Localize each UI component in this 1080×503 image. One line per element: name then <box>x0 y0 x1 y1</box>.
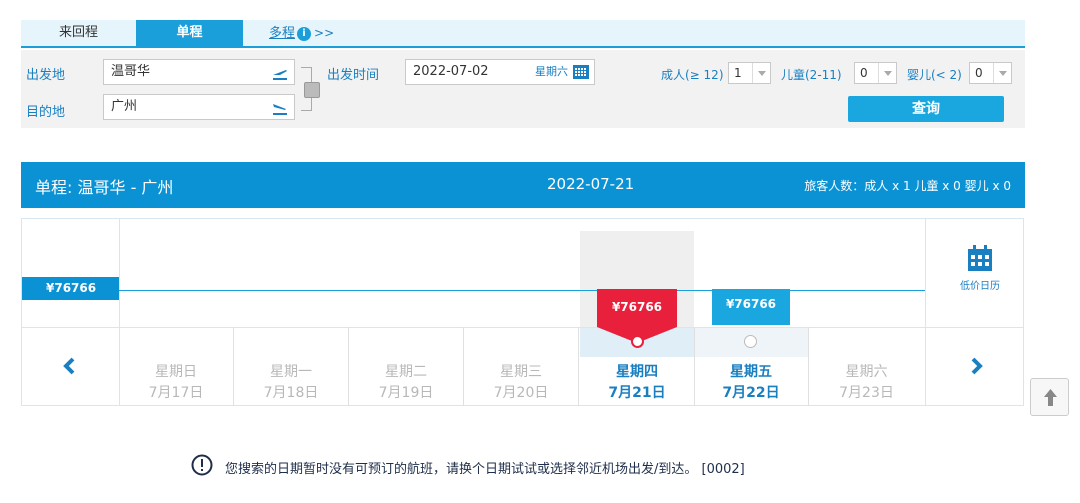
date-value: 2022-07-02 <box>413 64 489 79</box>
origin-value: 温哥华 <box>111 64 151 79</box>
day-item[interactable]: 星期一 7月18日 <box>234 327 349 406</box>
origin-input[interactable]: 温哥华 <box>103 59 295 85</box>
day-item[interactable]: 星期三 7月20日 <box>464 327 579 406</box>
tab-roundtrip[interactable]: 来回程 <box>21 20 136 46</box>
divider <box>925 219 926 406</box>
day-date: 7月20日 <box>493 385 549 401</box>
day-item[interactable]: 星期五 7月22日 <box>694 327 809 406</box>
day-list: 星期日 7月17日 星期一 7月18日 星期二 7月19日 星期三 7月20日 星期四 7… <box>119 327 925 406</box>
search-button[interactable]: 查询 <box>848 96 1004 122</box>
no-flights-message: 您搜索的日期暂时没有可预订的航班，请换个日期试试或选择邻近机场出发/到达。 [0… <box>225 462 745 477</box>
date-input[interactable]: 2022-07-02 星期六 <box>405 59 595 85</box>
swap-cities-button[interactable] <box>301 67 325 111</box>
day-item[interactable]: 星期日 7月17日 <box>119 327 234 406</box>
adult-label: 成人(≥ 12) <box>661 68 724 82</box>
chevron-down-icon <box>752 63 770 83</box>
dest-value: 广州 <box>111 99 138 114</box>
result-header: 单程: 温哥华 - 广州 2022-07-21 旅客人数：成人 x 1 儿童 x… <box>21 162 1025 208</box>
swap-icon <box>304 82 320 98</box>
adult-select[interactable]: 1 <box>728 62 771 84</box>
low-price-line <box>119 290 925 291</box>
trip-type-tabs: 来回程 单程 多程 i >> <box>21 20 1025 48</box>
day-item[interactable]: 星期二 7月19日 <box>349 327 464 406</box>
day-date: 7月21日 <box>608 385 666 401</box>
day-date: 7月19日 <box>378 385 434 401</box>
day-item-selected[interactable]: 星期四 7月21日 <box>580 327 695 406</box>
dest-label: 目的地 <box>26 105 66 120</box>
calendar-label: 低价日历 <box>960 281 1000 292</box>
warning-icon <box>191 454 213 476</box>
low-price-tag: ¥76766 <box>22 277 119 300</box>
day-weekday: 星期三 <box>500 364 542 380</box>
landing-icon <box>273 104 287 115</box>
tab-multi-label[interactable]: 多程 <box>269 26 295 41</box>
result-date: 2022-07-21 <box>547 175 635 193</box>
chevron-left-icon[interactable] <box>60 356 80 376</box>
day-weekday: 星期一 <box>270 364 312 380</box>
day-weekday: 星期六 <box>845 364 888 380</box>
day-weekday: 星期四 <box>616 364 658 380</box>
scroll-top-button[interactable] <box>1030 378 1069 416</box>
next-day-price-text: ¥76766 <box>725 297 777 311</box>
tab-multi-arrows[interactable]: >> <box>314 26 334 40</box>
date-weekday: 星期六 <box>535 65 568 78</box>
takeoff-icon <box>273 70 287 80</box>
chevron-right-icon[interactable] <box>966 356 986 376</box>
low-price-calendar-button[interactable]: 低价日历 <box>940 245 1020 292</box>
tab-multi[interactable]: 多程 i >> <box>269 20 369 46</box>
day-date: 7月22日 <box>722 385 780 401</box>
chevron-down-icon <box>878 63 896 83</box>
next-day-price-flag[interactable]: ¥76766 <box>712 289 790 325</box>
day-date: 7月18日 <box>263 385 319 401</box>
day-date: 7月17日 <box>148 385 204 401</box>
calendar-icon[interactable] <box>573 65 589 79</box>
child-value: 0 <box>860 66 868 80</box>
infant-label: 婴儿(< 2) <box>907 68 962 82</box>
info-icon[interactable]: i <box>297 27 312 41</box>
day-weekday: 星期二 <box>385 364 427 380</box>
tab-oneway[interactable]: 单程 <box>136 20 243 46</box>
day-date: 7月23日 <box>839 385 894 401</box>
infant-value: 0 <box>975 66 983 80</box>
arrow-up-icon <box>1044 389 1057 406</box>
child-select[interactable]: 0 <box>854 62 897 84</box>
passenger-summary: 旅客人数：成人 x 1 儿童 x 0 婴儿 x 0 <box>804 179 1011 193</box>
calendar-icon <box>968 245 992 271</box>
adult-value: 1 <box>734 66 742 80</box>
origin-label: 出发地 <box>26 68 66 83</box>
dest-input[interactable]: 广州 <box>103 94 295 120</box>
date-label: 出发时间 <box>327 68 380 83</box>
day-weekday: 星期日 <box>155 364 197 380</box>
child-label: 儿童(2-11) <box>781 68 842 82</box>
price-calendar-strip: ¥76766 ¥76766 ¥76766 星期日 7月17日 星期一 7月18日 星… <box>21 218 1024 406</box>
infant-select[interactable]: 0 <box>969 62 1012 84</box>
route-title: 单程: 温哥华 - 广州 <box>35 178 174 197</box>
search-form: 出发地 温哥华 目的地 广州 出发时间 2022-07-02 星期六 成人(≥ … <box>21 50 1025 128</box>
chevron-down-icon <box>993 63 1011 83</box>
day-weekday: 星期五 <box>730 364 772 380</box>
day-item[interactable]: 星期六 7月23日 <box>809 327 924 406</box>
selected-price-text: ¥76766 <box>612 300 662 314</box>
